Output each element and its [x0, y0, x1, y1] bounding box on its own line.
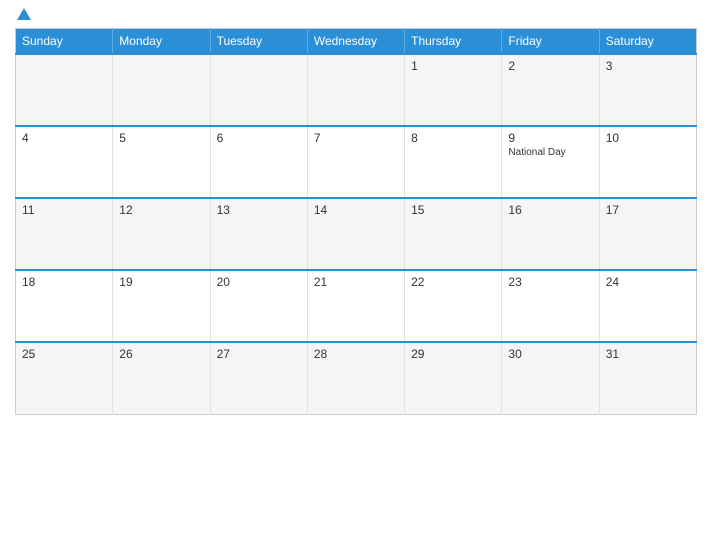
calendar-cell: 15 — [405, 198, 502, 270]
calendar-cell — [16, 54, 113, 126]
calendar-header — [15, 10, 697, 20]
calendar-cell: 10 — [599, 126, 696, 198]
calendar-cell — [307, 54, 404, 126]
day-number: 1 — [411, 59, 495, 73]
day-number: 31 — [606, 347, 690, 361]
calendar-cell: 31 — [599, 342, 696, 414]
day-number: 6 — [217, 131, 301, 145]
day-number: 11 — [22, 203, 106, 217]
holiday-name: National Day — [508, 147, 592, 158]
calendar-week-row: 123 — [16, 54, 697, 126]
calendar-cell: 16 — [502, 198, 599, 270]
day-number: 26 — [119, 347, 203, 361]
day-number: 29 — [411, 347, 495, 361]
calendar-cell: 5 — [113, 126, 210, 198]
day-header-sunday: Sunday — [16, 29, 113, 55]
calendar-cell: 19 — [113, 270, 210, 342]
day-number: 24 — [606, 275, 690, 289]
day-number: 18 — [22, 275, 106, 289]
day-number: 16 — [508, 203, 592, 217]
day-number: 13 — [217, 203, 301, 217]
day-number: 12 — [119, 203, 203, 217]
calendar-cell: 9 National Day — [502, 126, 599, 198]
calendar-cell: 2 — [502, 54, 599, 126]
day-number: 30 — [508, 347, 592, 361]
logo — [15, 10, 31, 20]
calendar-cell: 4 — [16, 126, 113, 198]
day-header-monday: Monday — [113, 29, 210, 55]
day-number: 9 — [508, 131, 592, 145]
calendar-cell: 13 — [210, 198, 307, 270]
calendar-table: SundayMondayTuesdayWednesdayThursdayFrid… — [15, 28, 697, 415]
calendar-week-row: 11 12 13 14 15 16 17 — [16, 198, 697, 270]
calendar-cell: 12 — [113, 198, 210, 270]
logo-triangle-icon — [17, 8, 31, 20]
day-number: 8 — [411, 131, 495, 145]
day-number: 23 — [508, 275, 592, 289]
day-number: 5 — [119, 131, 203, 145]
calendar-cell: 14 — [307, 198, 404, 270]
day-number: 4 — [22, 131, 106, 145]
day-number: 7 — [314, 131, 398, 145]
calendar-cell: 29 — [405, 342, 502, 414]
day-number: 20 — [217, 275, 301, 289]
day-header-tuesday: Tuesday — [210, 29, 307, 55]
calendar-cell: 1 — [405, 54, 502, 126]
day-number: 21 — [314, 275, 398, 289]
day-number: 15 — [411, 203, 495, 217]
calendar-cell: 17 — [599, 198, 696, 270]
day-number: 17 — [606, 203, 690, 217]
day-number: 10 — [606, 131, 690, 145]
calendar-cell — [113, 54, 210, 126]
calendar-cell: 20 — [210, 270, 307, 342]
days-header-row: SundayMondayTuesdayWednesdayThursdayFrid… — [16, 29, 697, 55]
calendar-cell: 23 — [502, 270, 599, 342]
calendar-cell: 8 — [405, 126, 502, 198]
calendar-container: SundayMondayTuesdayWednesdayThursdayFrid… — [0, 0, 712, 550]
day-header-thursday: Thursday — [405, 29, 502, 55]
calendar-cell: 25 — [16, 342, 113, 414]
calendar-week-row: 456789 National Day 10 — [16, 126, 697, 198]
calendar-cell: 11 — [16, 198, 113, 270]
calendar-cell: 26 — [113, 342, 210, 414]
calendar-cell: 22 — [405, 270, 502, 342]
calendar-cell — [210, 54, 307, 126]
day-number: 19 — [119, 275, 203, 289]
day-number: 22 — [411, 275, 495, 289]
calendar-cell: 6 — [210, 126, 307, 198]
calendar-cell: 28 — [307, 342, 404, 414]
calendar-body: 123456789National Day1011121314151617181… — [16, 54, 697, 414]
calendar-cell: 3 — [599, 54, 696, 126]
day-number: 28 — [314, 347, 398, 361]
calendar-cell: 24 — [599, 270, 696, 342]
day-header-saturday: Saturday — [599, 29, 696, 55]
day-number: 25 — [22, 347, 106, 361]
calendar-cell: 7 — [307, 126, 404, 198]
calendar-cell: 18 — [16, 270, 113, 342]
day-number: 3 — [606, 59, 690, 73]
calendar-cell: 30 — [502, 342, 599, 414]
calendar-cell: 27 — [210, 342, 307, 414]
day-header-wednesday: Wednesday — [307, 29, 404, 55]
day-header-friday: Friday — [502, 29, 599, 55]
day-number: 14 — [314, 203, 398, 217]
calendar-week-row: 25 26 27 28 29 30 31 — [16, 342, 697, 414]
day-number: 2 — [508, 59, 592, 73]
day-number: 27 — [217, 347, 301, 361]
calendar-week-row: 18 19 20 21 22 23 24 — [16, 270, 697, 342]
calendar-cell: 21 — [307, 270, 404, 342]
